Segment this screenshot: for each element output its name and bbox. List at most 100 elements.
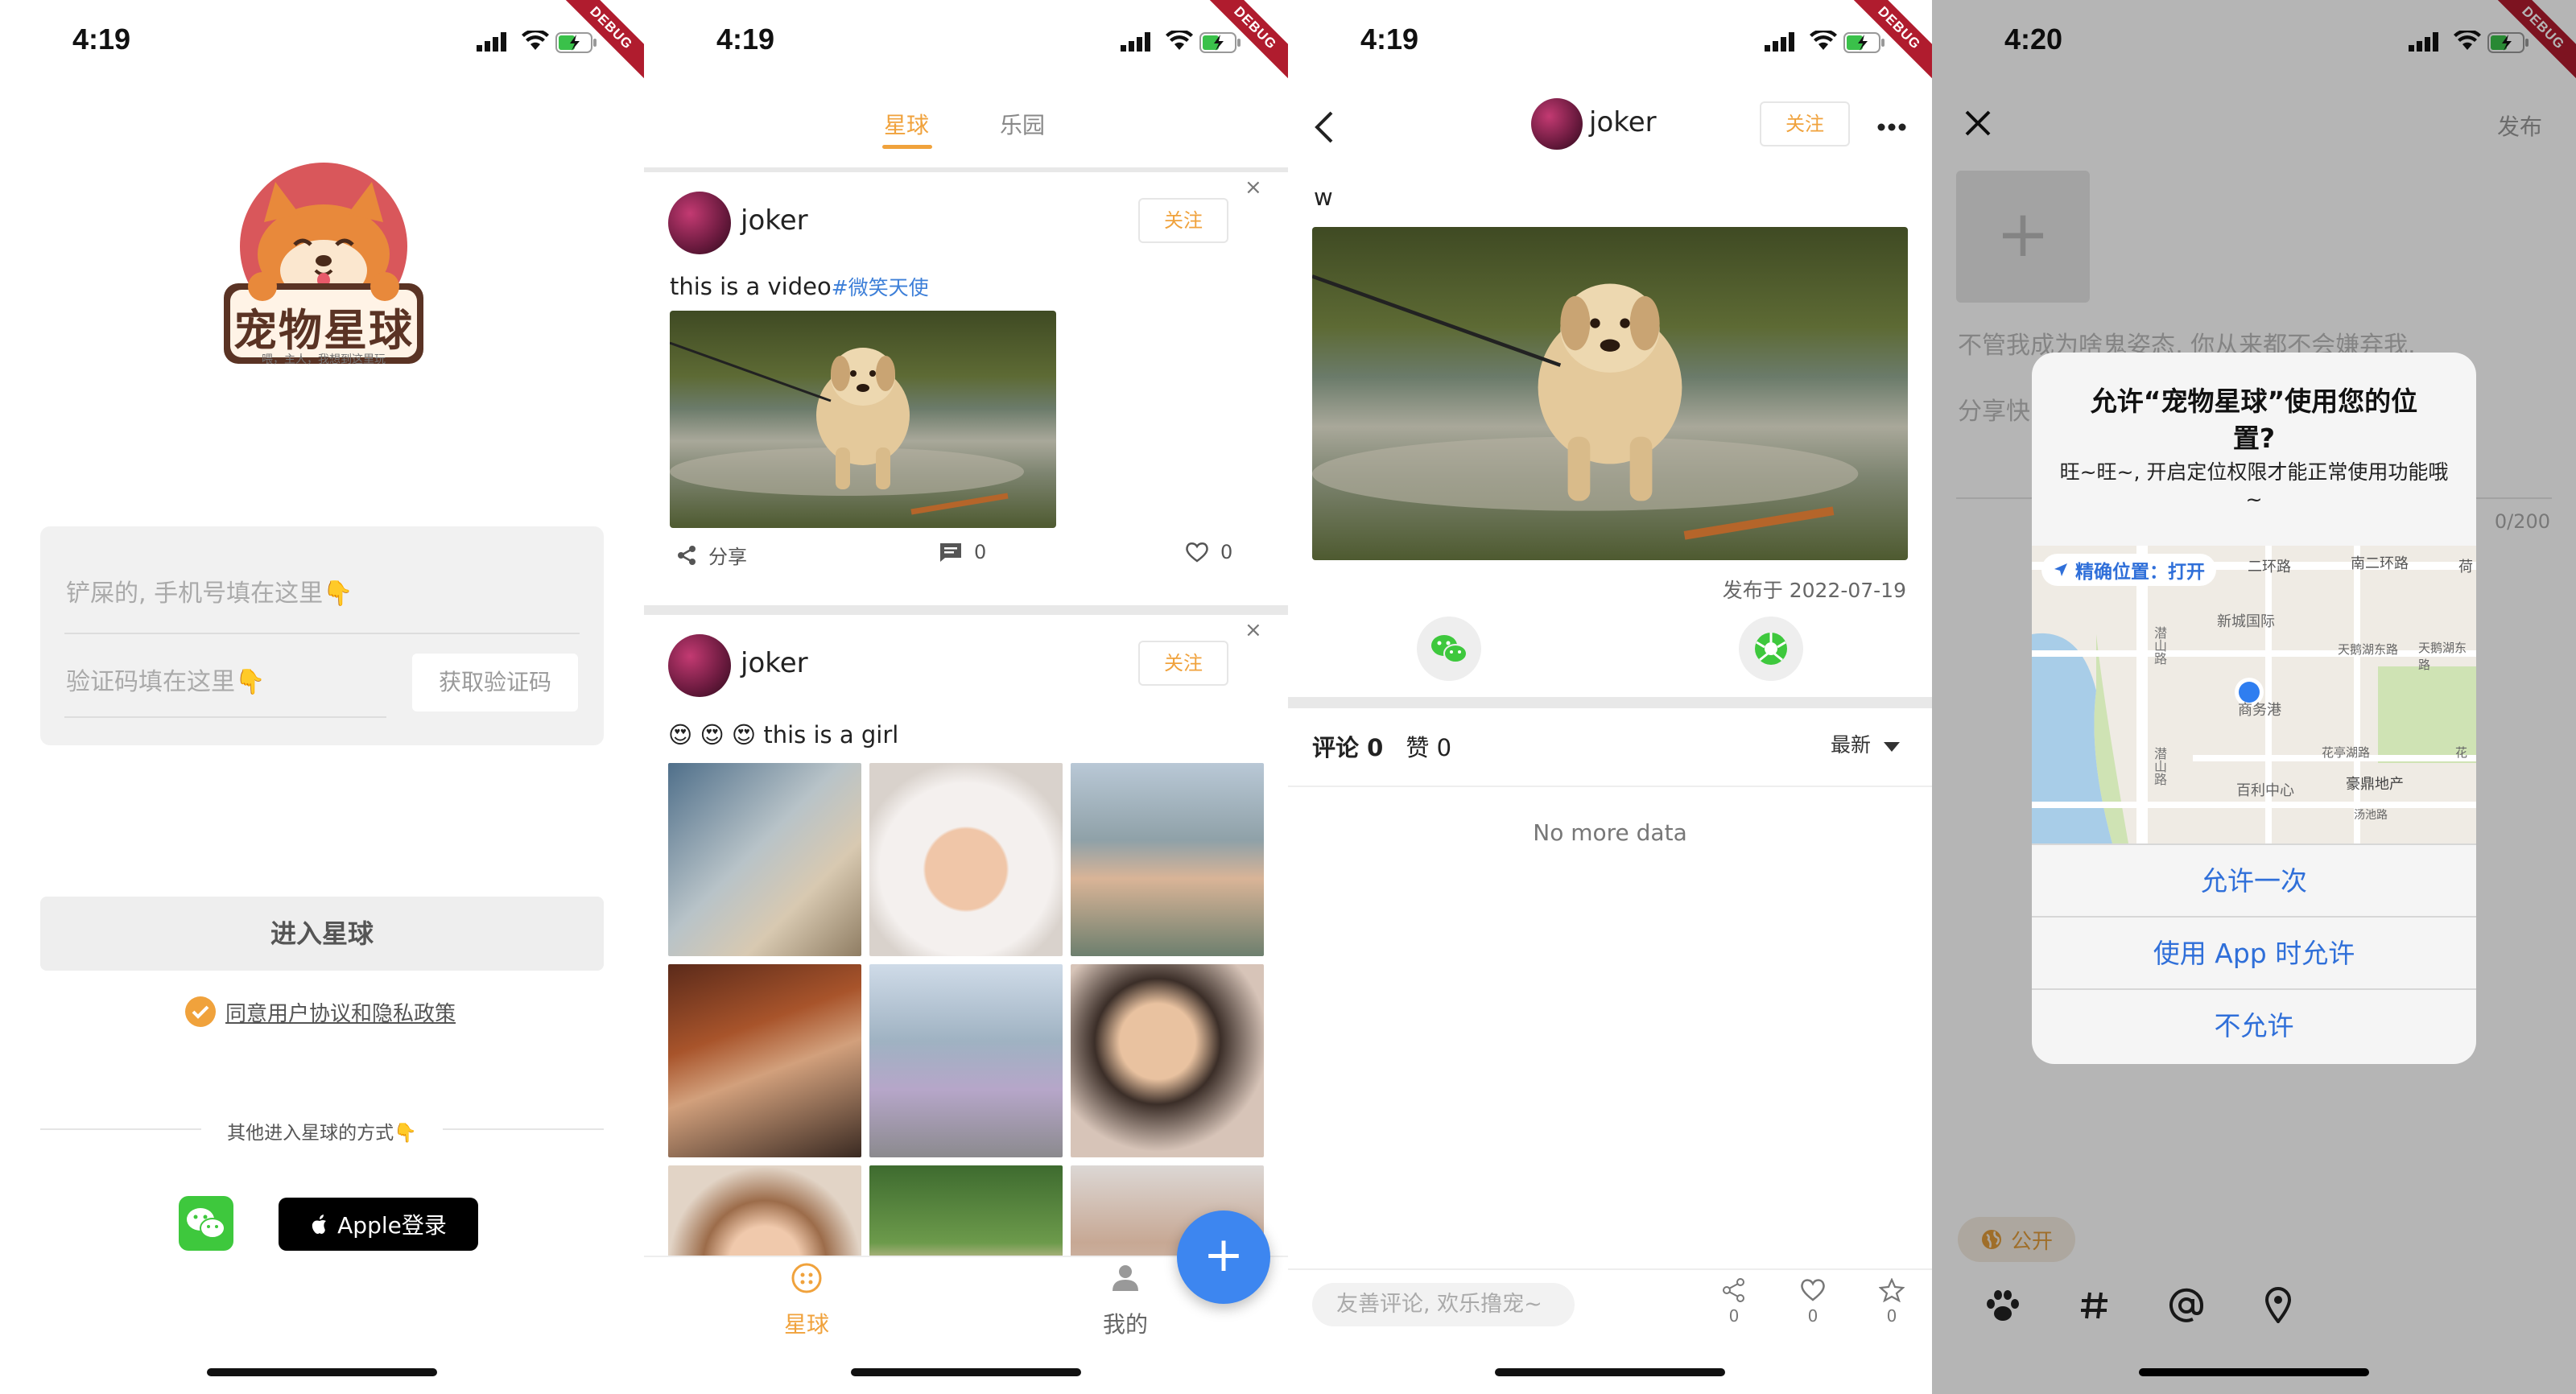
divider: [1288, 1268, 1932, 1270]
map-label: 天鹅湖东路: [2338, 642, 2399, 657]
tab-park[interactable]: 乐园: [1000, 108, 1045, 140]
share-icon: [1723, 1278, 1744, 1302]
photo-thumb[interactable]: [869, 763, 1063, 956]
map-label: 潜山路: [2152, 747, 2167, 786]
post-text: this is a video#微笑天使: [670, 272, 929, 301]
post-tag[interactable]: #微笑天使: [832, 276, 929, 299]
login-screen: 4:19 DEBUG 宠物星球 喂，主人，我想到这里玩 铲屎的, 手机号填在这里…: [0, 0, 644, 1394]
check-icon[interactable]: [185, 996, 216, 1027]
divider: [644, 605, 1288, 615]
map-label: 花亭湖路: [2322, 745, 2371, 760]
post-username[interactable]: joker: [741, 647, 808, 679]
signal-icon: [1121, 32, 1150, 52]
allow-while-using-button[interactable]: 使用 App 时允许: [2032, 916, 2476, 988]
get-code-button[interactable]: 获取验证码: [412, 654, 578, 711]
like-count: 0: [1807, 1306, 1818, 1326]
follow-button[interactable]: 关注: [1138, 641, 1228, 686]
photo-thumb[interactable]: [869, 964, 1063, 1157]
nav-mine[interactable]: 我的: [1085, 1257, 1166, 1354]
nav-planet[interactable]: 星球: [766, 1257, 847, 1354]
video-thumbnail[interactable]: [670, 311, 1056, 528]
sort-dropdown[interactable]: 最新: [1831, 729, 1900, 758]
battery-icon: [1199, 32, 1241, 53]
precise-location-label: 精确位置：打开: [2075, 562, 2205, 583]
comment-stats: 评论 0 赞 0: [1312, 729, 1451, 763]
status-time: 4:19: [716, 23, 775, 56]
avatar[interactable]: [1531, 98, 1583, 150]
map-label: 商务港: [2238, 702, 2281, 719]
avatar[interactable]: [668, 192, 731, 254]
comment-input[interactable]: 友善评论, 欢乐撸宠~: [1312, 1283, 1575, 1326]
comment-button[interactable]: 0: [939, 541, 986, 563]
close-icon[interactable]: ×: [1245, 175, 1262, 200]
home-indicator: [1495, 1368, 1725, 1376]
favorite-button[interactable]: 0: [1868, 1277, 1916, 1326]
divider: [1288, 697, 1932, 708]
battery-icon: [555, 32, 597, 53]
post-detail-screen: 4:19 DEBUG joker 关注 w 发布于 2022-07-19 评论 …: [1288, 0, 1932, 1394]
status-bar: 4:19 DEBUG: [644, 0, 1288, 89]
publish-date: 发布于 2022-07-19: [1722, 579, 1906, 602]
wechat-icon: [1431, 635, 1468, 663]
detail-header: joker 关注: [1288, 89, 1932, 167]
apple-login-button[interactable]: Apple登录: [279, 1198, 478, 1251]
feed-post[interactable]: joker 关注 × this is a video#微笑天使 分享 0 0: [644, 172, 1288, 610]
dog-image: [670, 341, 1024, 515]
close-icon[interactable]: ×: [1245, 618, 1262, 642]
follow-button[interactable]: 关注: [1760, 101, 1850, 146]
agreement-row[interactable]: 同意用户协议和隐私政策: [185, 996, 456, 1027]
logo-title: 宠物星球: [233, 304, 414, 356]
like-button[interactable]: 0: [1789, 1278, 1837, 1326]
photo-thumb[interactable]: [1071, 964, 1264, 1157]
share-button[interactable]: 分享: [676, 541, 747, 569]
allow-once-button[interactable]: 允许一次: [2032, 843, 2476, 916]
like-count: 0: [1220, 541, 1233, 563]
heart-icon: [1801, 1279, 1825, 1301]
status-bar: 4:19 DEBUG: [0, 0, 644, 89]
wifi-icon: [1810, 31, 1837, 50]
wechat-icon: [187, 1208, 225, 1239]
tab-planet[interactable]: 星球: [884, 108, 929, 140]
navigation-arrow-icon: [2054, 563, 2067, 576]
other-login-divider: 其他进入星球的方式👇: [40, 1114, 604, 1146]
photo-thumb[interactable]: [668, 964, 861, 1157]
share-moments-button[interactable]: [1739, 617, 1803, 681]
map-label: 百利中心: [2236, 782, 2294, 799]
dog-image: [1312, 274, 1859, 540]
home-indicator: [851, 1368, 1081, 1376]
back-icon[interactable]: [1312, 109, 1336, 145]
wifi-icon: [522, 31, 549, 50]
photo-thumb[interactable]: [668, 763, 861, 956]
more-icon[interactable]: [1877, 122, 1909, 132]
map-label: 荷: [2458, 559, 2473, 575]
map-label: 豪鼎地产: [2346, 776, 2404, 793]
status-time: 4:19: [1360, 23, 1419, 56]
map-label: 天鹅湖东路: [2418, 641, 2467, 672]
person-icon: [1113, 1265, 1138, 1291]
nav-mine-label: 我的: [1103, 1311, 1149, 1338]
post-image[interactable]: [1312, 227, 1908, 560]
comments-count: 评论 0: [1312, 734, 1384, 761]
wechat-login-button[interactable]: [179, 1196, 233, 1251]
add-post-button[interactable]: +: [1177, 1210, 1270, 1304]
home-indicator: [2139, 1368, 2369, 1376]
like-button[interactable]: 0: [1185, 541, 1232, 563]
detail-username[interactable]: joker: [1589, 106, 1657, 138]
share-button[interactable]: 0: [1710, 1278, 1758, 1326]
caret-down-icon: [1884, 742, 1900, 752]
agreement-link[interactable]: 同意用户协议和隐私政策: [225, 997, 456, 1027]
deny-button[interactable]: 不允许: [2032, 988, 2476, 1061]
post-username[interactable]: joker: [741, 204, 808, 237]
signal-icon: [477, 32, 506, 52]
phone-input[interactable]: 铲屎的, 手机号填在这里👇: [66, 573, 353, 608]
photo-thumb[interactable]: [1071, 763, 1264, 956]
precise-location-toggle[interactable]: 精确位置：打开: [2041, 554, 2216, 586]
follow-button[interactable]: 关注: [1138, 198, 1228, 243]
signal-icon: [1765, 32, 1794, 52]
map-label: 新城国际: [2217, 613, 2275, 630]
share-wechat-button[interactable]: [1417, 617, 1481, 681]
avatar[interactable]: [668, 634, 731, 697]
enter-button[interactable]: 进入星球: [40, 897, 604, 971]
active-tab-indicator: [882, 145, 932, 149]
code-input[interactable]: 验证码填在这里👇: [66, 662, 265, 697]
